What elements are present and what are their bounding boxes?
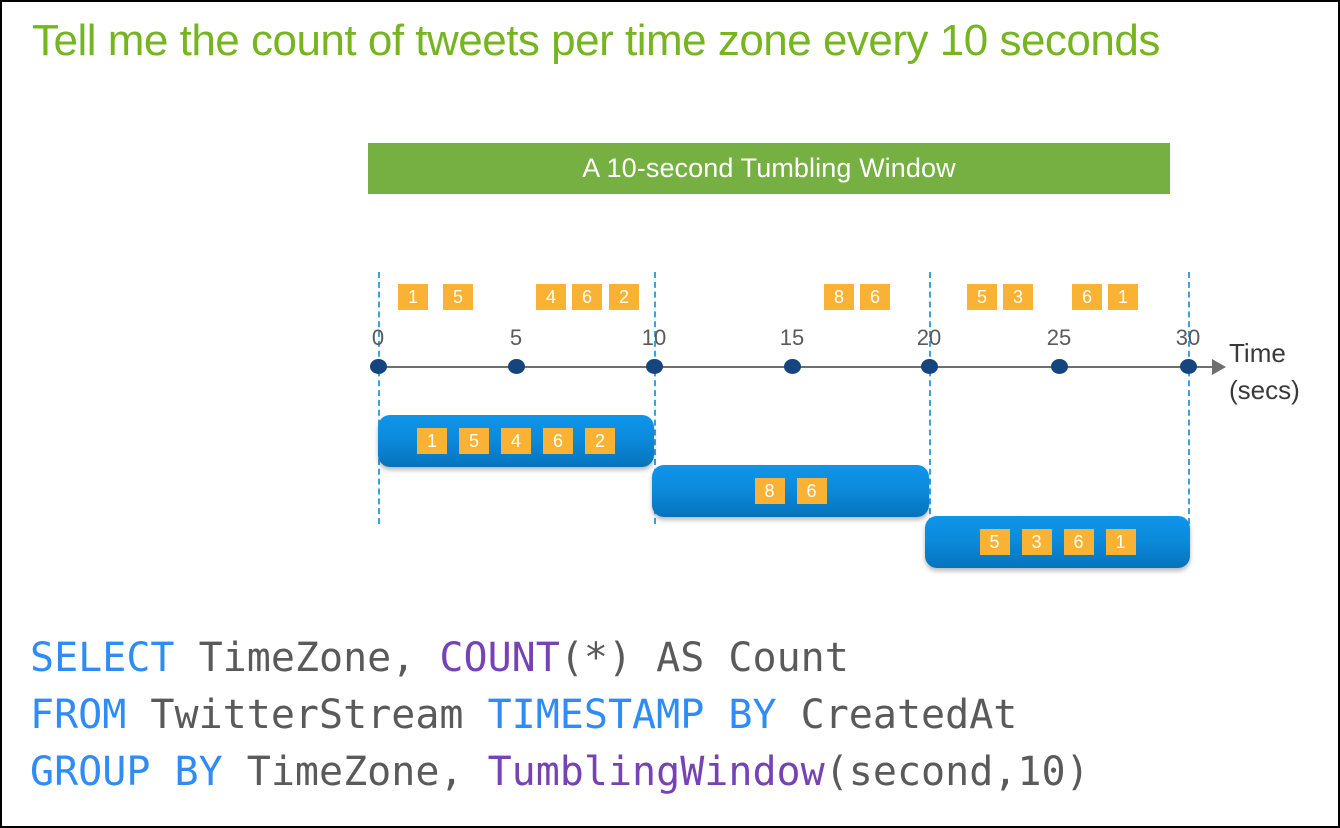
slide-canvas: Tell me the count of tweets per time zon…: [0, 0, 1340, 828]
tick-dot-20: [921, 359, 938, 374]
tick-dot-25: [1051, 359, 1068, 374]
event-badge: 4: [536, 284, 566, 310]
sql-line-3: GROUP BY TimeZone, TumblingWindow(second…: [30, 744, 1090, 801]
window-20-30: 5361: [925, 516, 1190, 568]
event-badge: 6: [860, 284, 890, 310]
sql-token-kw: SELECT: [30, 635, 175, 681]
tick-label-15: 15: [779, 325, 805, 350]
sql-token-id: TimeZone,: [174, 635, 440, 681]
window-event-badge: 5: [459, 428, 489, 454]
window-0-10: 15462: [378, 415, 654, 467]
window-boundary-3: [1188, 272, 1190, 524]
sql-query-block: SELECT TimeZone, COUNT(*) AS Count FROM T…: [30, 630, 1090, 801]
sql-line-1: SELECT TimeZone, COUNT(*) AS Count: [30, 630, 1090, 687]
window-event-badge: 8: [754, 478, 785, 504]
tick-label-25: 25: [1046, 325, 1072, 350]
sql-token-id: (second,10): [824, 749, 1090, 795]
event-badge: 1: [1108, 284, 1138, 310]
tick-dot-30: [1180, 359, 1197, 374]
tick-dot-5: [508, 359, 525, 374]
sql-token-id: TwitterStream: [126, 692, 488, 738]
window-event-badge: 2: [585, 428, 615, 454]
sql-token-kw: TIMESTAMP BY: [487, 692, 777, 738]
tick-dot-0: [370, 359, 387, 374]
window-event-badge: 4: [501, 428, 531, 454]
event-badge: 2: [609, 284, 639, 310]
axis-label-line2: (secs): [1229, 374, 1300, 405]
event-badge: 8: [824, 284, 854, 310]
window-boundary-0: [378, 272, 380, 524]
tick-label-10: 10: [641, 325, 667, 350]
event-badge: 1: [398, 284, 428, 310]
sql-line-2: FROM TwitterStream TIMESTAMP BY CreatedA…: [30, 687, 1090, 744]
window-event-badge: 6: [543, 428, 573, 454]
event-badge: 5: [443, 284, 473, 310]
tick-label-5: 5: [509, 325, 523, 350]
sql-token-kw: GROUP BY: [30, 749, 223, 795]
axis-label-line1: Time: [1229, 338, 1286, 368]
tick-label-30: 30: [1175, 325, 1201, 350]
window-boundary-2: [929, 272, 931, 524]
tick-label-20: 20: [916, 325, 942, 350]
window-event-badge: 6: [796, 478, 827, 504]
sql-token-id: (*) AS Count: [559, 635, 849, 681]
event-badge: 6: [572, 284, 602, 310]
sql-token-id: TimeZone,: [222, 749, 488, 795]
window-event-badge: 6: [1063, 529, 1094, 555]
tick-label-0: 0: [371, 325, 385, 350]
sql-token-id: CreatedAt: [776, 692, 1018, 738]
window-event-badge: 5: [979, 529, 1010, 555]
sql-token-fn: TumblingWindow: [487, 749, 825, 795]
event-badge: 3: [1003, 284, 1033, 310]
time-axis-arrowhead: [1212, 359, 1226, 375]
axis-label-time: Time (secs): [1229, 335, 1300, 409]
window-event-badge: 3: [1021, 529, 1052, 555]
event-badge: 6: [1072, 284, 1102, 310]
window-10-20: 86: [652, 465, 929, 517]
tick-dot-15: [784, 359, 801, 374]
sql-token-kw: FROM: [30, 692, 127, 738]
tumbling-window-banner: A 10-second Tumbling Window: [368, 143, 1170, 194]
time-axis-line: [378, 366, 1218, 368]
window-event-badge: 1: [1105, 529, 1136, 555]
tick-dot-10: [646, 359, 663, 374]
banner-label: A 10-second Tumbling Window: [582, 153, 956, 183]
event-badge: 5: [967, 284, 997, 310]
window-event-badge: 1: [417, 428, 447, 454]
page-title: Tell me the count of tweets per time zon…: [32, 16, 1160, 65]
sql-token-fn: COUNT: [439, 635, 560, 681]
